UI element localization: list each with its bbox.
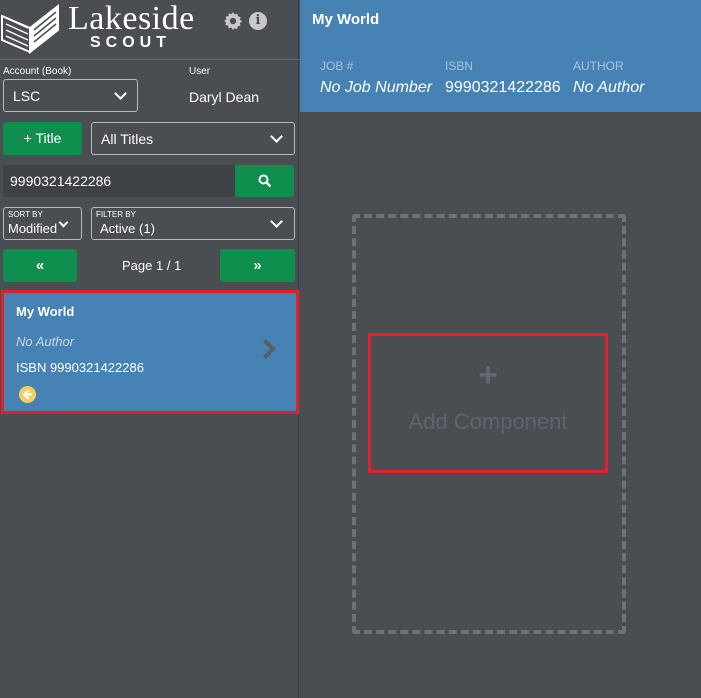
back-arrow-badge-icon <box>19 386 36 403</box>
search-button[interactable] <box>235 165 294 197</box>
logo-text: Lakeside <box>68 0 195 37</box>
add-component-button[interactable]: + Add Component <box>368 333 608 473</box>
add-title-button[interactable]: + Title <box>3 122 82 155</box>
next-page-button[interactable]: » <box>220 249 295 282</box>
author-label: AUTHOR <box>573 59 624 73</box>
account-select[interactable]: LSC <box>3 79 138 112</box>
gear-icon[interactable] <box>224 12 242 30</box>
chevron-down-icon <box>114 87 127 100</box>
book-logo-icon <box>0 3 59 54</box>
sidebar: Lakeside SCOUT i Account (Book) User LSC… <box>0 0 299 698</box>
page-indicator: Page 1 / 1 <box>122 258 182 273</box>
job-value: No Job Number <box>320 79 433 96</box>
account-label: Account (Book) <box>3 66 72 77</box>
logo-header: Lakeside SCOUT i <box>0 0 299 60</box>
account-value: LSC <box>13 88 41 104</box>
user-label: User <box>189 66 211 77</box>
add-component-label: Add Component <box>408 409 568 434</box>
card-title: My World <box>16 304 75 319</box>
filter-value: Active (1) <box>100 221 155 236</box>
chevron-down-icon <box>270 215 283 228</box>
info-icon[interactable]: i <box>249 12 267 30</box>
user-name: Daryl Dean <box>189 89 260 105</box>
sort-value: Modified <box>8 221 58 236</box>
title-card[interactable]: My World No Author ISBN 9990321422286 <box>1 290 299 414</box>
title-header: My World JOB # No Job Number ISBN 999032… <box>300 0 701 112</box>
chevron-right-icon[interactable] <box>256 339 276 359</box>
plus-icon: + <box>478 356 498 394</box>
double-chevron-left-icon: « <box>35 257 45 274</box>
prev-page-button[interactable]: « <box>3 249 77 282</box>
sort-label: SORT BY <box>8 210 43 219</box>
title-card-body: My World No Author ISBN 9990321422286 <box>4 293 296 411</box>
titles-filter-value: All Titles <box>101 131 154 147</box>
card-author: No Author <box>16 334 75 349</box>
job-label: JOB # <box>320 59 354 73</box>
chevron-down-icon <box>58 217 69 228</box>
isbn-label: ISBN <box>445 59 474 73</box>
search-icon <box>258 174 271 188</box>
isbn-value: 9990321422286 <box>445 79 561 96</box>
double-chevron-right-icon: » <box>253 257 262 274</box>
author-value: No Author <box>573 79 645 96</box>
filter-select[interactable]: FILTER BY Active (1) <box>91 207 295 240</box>
search-input[interactable] <box>3 165 235 197</box>
chevron-down-icon <box>270 130 283 143</box>
titles-filter-select[interactable]: All Titles <box>91 122 295 155</box>
page-title: My World <box>312 11 380 28</box>
card-isbn: ISBN 9990321422286 <box>16 360 144 375</box>
filter-label: FILTER BY <box>96 210 136 219</box>
sort-select[interactable]: SORT BY Modified <box>3 207 82 240</box>
logo-subtitle: SCOUT <box>90 34 171 51</box>
header-divider <box>0 59 299 60</box>
